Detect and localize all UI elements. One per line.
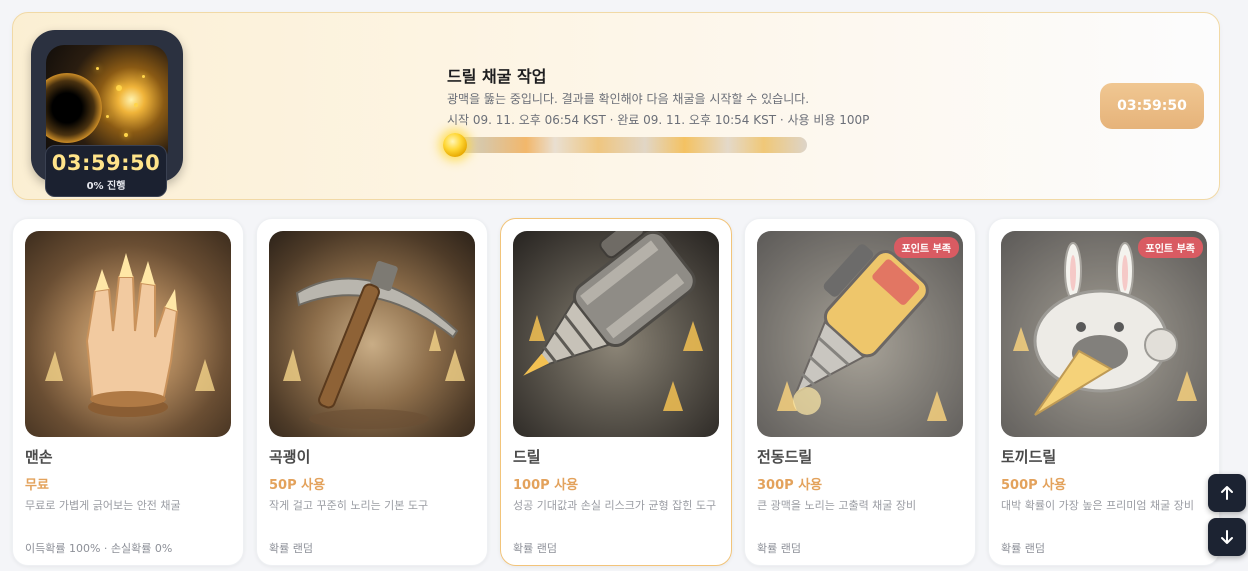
tool-description: 작게 걸고 꾸준히 노리는 기본 도구 bbox=[269, 499, 429, 512]
remaining-timer-badge: 03:59:50 0% 진행 bbox=[45, 145, 167, 197]
tool-name: 토끼드릴 bbox=[1001, 448, 1057, 466]
insufficient-points-badge: 포인트 부족 bbox=[1137, 237, 1203, 258]
tool-card-power-drill[interactable]: 포인트 부족 전동드릴 300P 사용 큰 광맥을 노리는 고출력 채굴 장비 … bbox=[744, 218, 976, 566]
tool-cost: 300P 사용 bbox=[757, 478, 823, 493]
timer-status-button[interactable]: 03:59:50 bbox=[1100, 83, 1204, 129]
tool-name: 맨손 bbox=[25, 448, 53, 466]
tool-card-rabbit-drill[interactable]: 포인트 부족 토끼드릴 500P 사용 대박 확률이 가장 높은 프리미엄 채굴… bbox=[988, 218, 1220, 566]
progress-percent-label: 0% 진행 bbox=[86, 181, 126, 192]
tool-card-pickaxe[interactable]: 곡괭이 50P 사용 작게 걸고 꾸준히 노리는 기본 도구 확률 랜덤 bbox=[256, 218, 488, 566]
job-description: 광맥을 뚫는 중입니다. 결과를 확인해야 다음 채굴을 시작할 수 있습니다. bbox=[447, 92, 810, 106]
arrow-up-icon bbox=[1221, 486, 1233, 500]
scroll-up-button[interactable] bbox=[1208, 474, 1246, 512]
tool-probability: 이득확률 100% · 손실확률 0% bbox=[25, 542, 173, 555]
arrow-down-icon bbox=[1221, 530, 1233, 544]
tool-name: 전동드릴 bbox=[757, 448, 813, 466]
progress-bar bbox=[447, 137, 807, 153]
pickaxe-icon bbox=[269, 231, 475, 437]
remaining-timer: 03:59:50 bbox=[51, 151, 161, 175]
tool-description: 대박 확률이 가장 높은 프리미엄 채굴 장비 bbox=[1001, 499, 1195, 512]
tool-cost: 500P 사용 bbox=[1001, 478, 1067, 493]
tool-probability: 확률 랜덤 bbox=[757, 542, 801, 555]
tool-card-bare-hand[interactable]: 맨손 무료 무료로 가볍게 긁어보는 안전 채굴 이득확률 100% · 손실확… bbox=[12, 218, 244, 566]
tool-cost: 50P 사용 bbox=[269, 478, 326, 493]
tool-description: 큰 광맥을 노리는 고출력 채굴 장비 bbox=[757, 499, 917, 512]
tool-description: 성공 기대값과 손실 리스크가 균형 잡힌 도구 bbox=[513, 499, 717, 512]
tool-card-drill[interactable]: 드릴 100P 사용 성공 기대값과 손실 리스크가 균형 잡힌 도구 확률 랜… bbox=[500, 218, 732, 566]
rabbit-drill-icon bbox=[1001, 231, 1207, 437]
mining-status-banner: 03:59:50 0% 진행 드릴 채굴 작업 광맥을 뚫는 중입니다. 결과를… bbox=[12, 12, 1220, 200]
tool-probability: 확률 랜덤 bbox=[513, 542, 557, 555]
tool-cost: 100P 사용 bbox=[513, 478, 579, 493]
drill-icon bbox=[513, 231, 719, 437]
power-drill-icon bbox=[757, 231, 963, 437]
insufficient-points-badge: 포인트 부족 bbox=[893, 237, 959, 258]
glove-icon bbox=[25, 231, 231, 437]
progress-gold-orb-icon bbox=[443, 133, 467, 157]
tool-cost: 무료 bbox=[25, 478, 49, 493]
tool-probability: 확률 랜덤 bbox=[269, 542, 313, 555]
tool-probability: 확률 랜덤 bbox=[1001, 542, 1045, 555]
tool-description: 무료로 가볍게 긁어보는 안전 채굴 bbox=[25, 499, 181, 512]
tool-card-list: 맨손 무료 무료로 가볍게 긁어보는 안전 채굴 이득확률 100% · 손실확… bbox=[12, 218, 1220, 566]
scroll-down-button[interactable] bbox=[1208, 518, 1246, 556]
tool-name: 드릴 bbox=[513, 448, 541, 466]
job-title: 드릴 채굴 작업 bbox=[447, 67, 547, 86]
job-schedule-meta: 시작 09. 11. 오후 06:54 KST · 완료 09. 11. 오후 … bbox=[447, 113, 870, 127]
tool-name: 곡괭이 bbox=[269, 448, 311, 466]
